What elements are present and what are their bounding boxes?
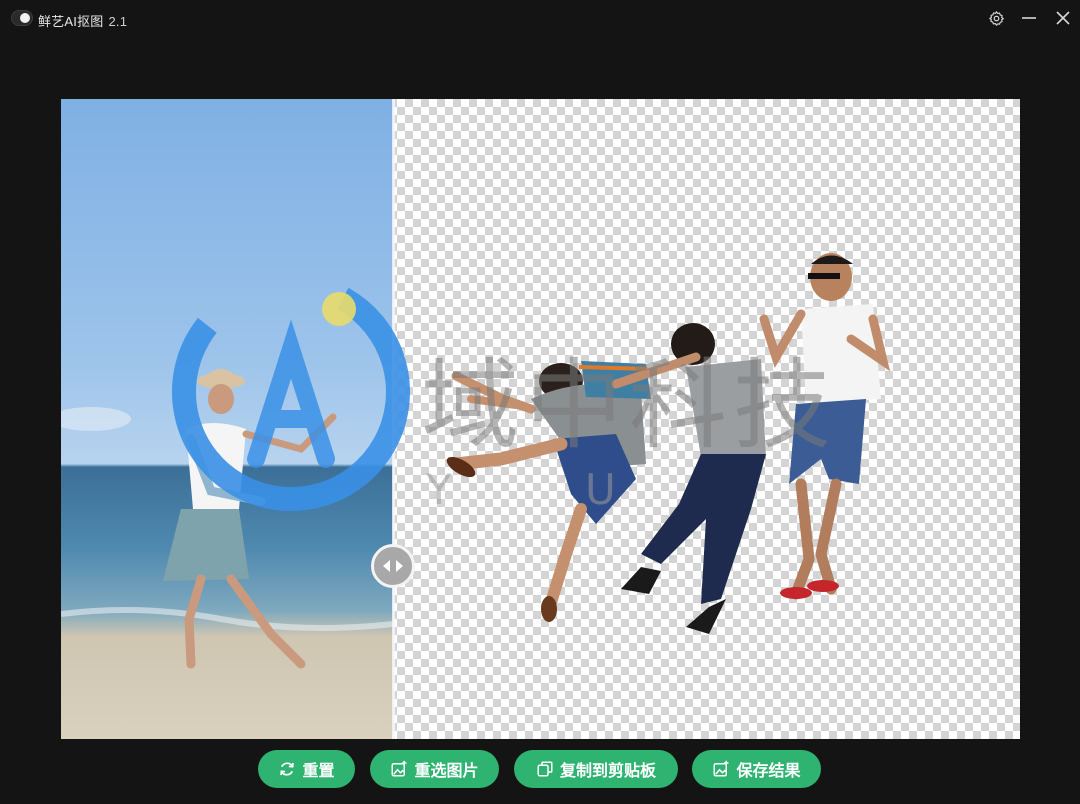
app-title: 鲜艺AI抠图 2.1 (38, 11, 127, 30)
left-right-arrows-icon (383, 560, 403, 572)
close-button[interactable] (1050, 5, 1076, 31)
save-result-button[interactable]: 保存结果 (692, 750, 821, 788)
original-image-pane (61, 99, 393, 739)
app-version: 2.1 (108, 14, 128, 29)
split-slider-handle[interactable] (371, 544, 415, 588)
split-divider[interactable] (392, 99, 395, 739)
minimize-icon (1022, 17, 1036, 19)
copy-label: 复制到剪贴板 (559, 763, 656, 780)
reset-button[interactable]: 重置 (258, 750, 355, 788)
original-person (163, 369, 337, 669)
save-image-icon (713, 760, 729, 777)
title-bar: 鲜艺AI抠图 2.1 (0, 0, 1080, 36)
app-logo-icon (11, 10, 33, 26)
cutout-person-1 (446, 361, 651, 622)
refresh-icon (280, 762, 295, 776)
comparison-canvas[interactable]: 域中科技 Y U (61, 99, 1020, 739)
cutout-person-3 (759, 253, 891, 600)
action-toolbar: 重置 重选图片 复制到剪贴板 保存结果 (0, 750, 1080, 790)
app-name: 鲜艺AI抠图 (38, 14, 104, 29)
close-icon (1056, 11, 1070, 25)
reselect-label: 重选图片 (414, 763, 479, 780)
minimize-button[interactable] (1016, 5, 1042, 31)
reselect-image-button[interactable]: 重选图片 (370, 750, 499, 788)
original-photo (61, 369, 393, 669)
settings-button[interactable] (983, 5, 1009, 31)
image-plus-icon (391, 760, 407, 777)
reset-label: 重置 (302, 763, 335, 780)
copy-to-clipboard-button[interactable]: 复制到剪贴板 (514, 750, 678, 788)
save-label: 保存结果 (736, 763, 801, 780)
gear-icon (988, 10, 1004, 26)
copy-icon (537, 761, 553, 777)
